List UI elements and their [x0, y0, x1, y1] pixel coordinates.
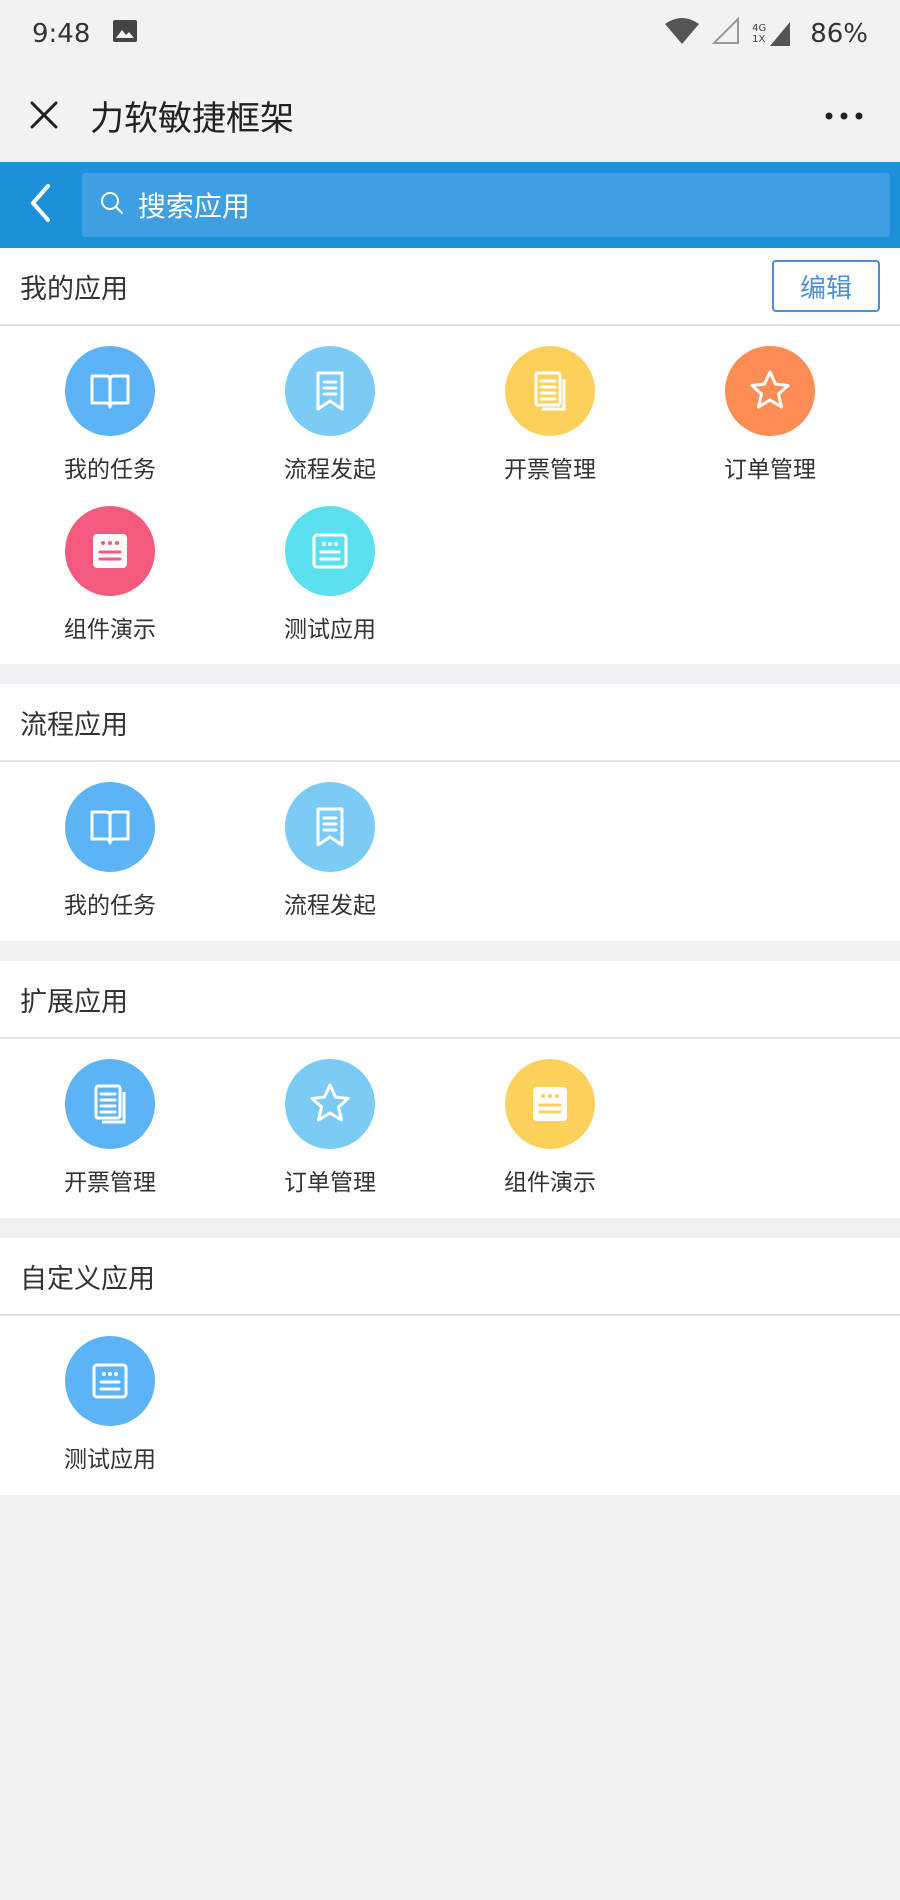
app-grid: 我的任务 流程发起 开票管理 订单管理 组件演示 测试应用 — [0, 326, 900, 666]
form-icon — [505, 1059, 595, 1149]
app-item-start-process[interactable]: 流程发起 — [220, 346, 440, 506]
app-item-test[interactable]: 测试应用 — [0, 1336, 220, 1496]
app-label: 订单管理 — [284, 1170, 376, 1196]
app-item-orders[interactable]: 订单管理 — [660, 346, 880, 506]
app-item-invoice[interactable]: 开票管理 — [440, 346, 660, 506]
app-item-components[interactable]: 组件演示 — [0, 506, 220, 666]
image-icon — [112, 19, 138, 50]
status-time: 9:48 — [32, 19, 91, 49]
app-item-orders[interactable]: 订单管理 — [220, 1059, 440, 1219]
app-grid: 开票管理 订单管理 组件演示 — [0, 1039, 900, 1219]
form-icon — [65, 506, 155, 596]
network-type: 4G — [752, 23, 767, 34]
status-bar: 9:48 4G 1X 86% — [0, 0, 900, 68]
search-header: 搜索应用 — [0, 162, 900, 248]
app-label: 测试应用 — [64, 1447, 156, 1473]
app-label: 我的任务 — [64, 893, 156, 919]
section-extension-apps: 扩展应用 开票管理 订单管理 组件演示 — [0, 961, 900, 1218]
app-label: 流程发起 — [284, 893, 376, 919]
app-grid: 测试应用 — [0, 1316, 900, 1496]
section-header: 扩展应用 — [0, 961, 900, 1039]
wifi-icon — [664, 16, 700, 53]
section-title: 自定义应用 — [20, 1263, 155, 1295]
book-icon — [65, 346, 155, 436]
app-label: 流程发起 — [284, 457, 376, 483]
chevron-left-icon — [28, 183, 52, 227]
edit-button[interactable]: 编辑 — [772, 260, 880, 312]
form-icon — [65, 1336, 155, 1426]
app-item-my-tasks[interactable]: 我的任务 — [0, 346, 220, 506]
app-label: 我的任务 — [64, 457, 156, 483]
form-icon — [285, 506, 375, 596]
app-label: 测试应用 — [284, 617, 376, 643]
app-label: 组件演示 — [504, 1170, 596, 1196]
bookmark-icon — [285, 346, 375, 436]
close-icon[interactable] — [24, 95, 64, 135]
signal-4g-icon: 4G 1X — [752, 20, 792, 48]
app-item-start-process[interactable]: 流程发起 — [220, 782, 440, 942]
app-label: 开票管理 — [64, 1170, 156, 1196]
app-label: 组件演示 — [64, 617, 156, 643]
back-button[interactable] — [20, 175, 60, 235]
document-icon — [505, 346, 595, 436]
app-label: 开票管理 — [504, 457, 596, 483]
search-icon — [100, 191, 124, 219]
battery-level: 86% — [810, 19, 868, 49]
section-header: 自定义应用 — [0, 1238, 900, 1316]
app-grid: 我的任务 流程发起 — [0, 762, 900, 942]
section-process-apps: 流程应用 我的任务 流程发起 — [0, 684, 900, 941]
sim-type: 1X — [752, 34, 766, 45]
app-item-invoice[interactable]: 开票管理 — [0, 1059, 220, 1219]
section-header: 我的应用 编辑 — [0, 248, 900, 326]
star-icon — [725, 346, 815, 436]
section-custom-apps: 自定义应用 测试应用 — [0, 1238, 900, 1495]
app-label: 订单管理 — [724, 457, 816, 483]
page-title: 力软敏捷框架 — [90, 98, 294, 139]
section-title: 扩展应用 — [20, 986, 128, 1018]
section-my-apps: 我的应用 编辑 我的任务 流程发起 开票管理 订单管理 组件演示 测试应用 — [0, 248, 900, 664]
search-placeholder: 搜索应用 — [137, 190, 250, 223]
section-title: 流程应用 — [20, 709, 128, 741]
app-item-components[interactable]: 组件演示 — [440, 1059, 660, 1219]
book-icon — [65, 782, 155, 872]
star-icon — [285, 1059, 375, 1149]
title-bar: 力软敏捷框架 — [0, 68, 900, 162]
more-icon[interactable] — [824, 106, 864, 125]
signal-empty-icon — [711, 16, 740, 52]
app-item-my-tasks[interactable]: 我的任务 — [0, 782, 220, 942]
bookmark-icon — [285, 782, 375, 872]
section-header: 流程应用 — [0, 684, 900, 762]
section-title: 我的应用 — [20, 273, 128, 305]
document-icon — [65, 1059, 155, 1149]
app-item-test[interactable]: 测试应用 — [220, 506, 440, 666]
search-input[interactable]: 搜索应用 — [81, 173, 890, 237]
